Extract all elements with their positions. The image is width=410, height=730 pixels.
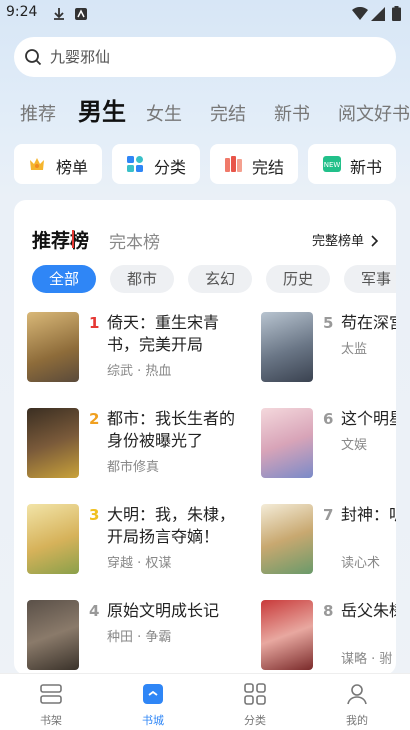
rank-number: 4	[89, 602, 100, 620]
quick-entry-label: 分类	[154, 158, 187, 177]
nav-label: 分类	[244, 714, 266, 727]
book-cover	[27, 312, 79, 382]
nav-label: 书城	[142, 714, 164, 727]
tab-yuewen-good-books[interactable]: 阅文好书	[338, 100, 410, 126]
nav-label: 我的	[346, 714, 368, 727]
grid-icon	[126, 155, 144, 177]
nav-category[interactable]: 分类	[204, 674, 306, 730]
book-item[interactable]: 2 都市：我长生者的身份被曝光了 都市修真	[27, 408, 237, 488]
book-title: 倚天：重生宋青书，完美开局	[107, 313, 220, 354]
bottom-navigation: 书架 书城 分类 我的	[0, 673, 410, 730]
quick-entry-label: 完结	[252, 158, 285, 177]
book-meta: 读心术	[341, 556, 381, 571]
book-cover	[27, 504, 79, 574]
rank-number: 1	[89, 314, 100, 332]
nav-label: 书架	[40, 714, 62, 727]
chip-all[interactable]: 全部	[32, 265, 96, 293]
quick-entry-categories[interactable]: 分类	[112, 144, 200, 184]
book-cover	[27, 600, 79, 670]
tab-new-books[interactable]: 新书	[274, 100, 310, 126]
book-meta: 文娱	[341, 438, 368, 453]
tab-recommend[interactable]: 推荐	[20, 100, 56, 126]
app-notification-icon	[74, 6, 88, 25]
book-cover	[261, 312, 313, 382]
profile-icon	[345, 682, 369, 710]
book-title: 都市：我长生者的身份被曝光了	[107, 409, 236, 450]
book-title: 这个明星	[341, 409, 396, 428]
nav-bookshelf[interactable]: 书架	[0, 674, 102, 730]
battery-icon	[392, 6, 401, 25]
tab-male[interactable]: 男生	[78, 92, 126, 127]
book-cover	[27, 408, 79, 478]
crown-icon	[28, 155, 46, 177]
book-title: 原始文明成长记	[107, 601, 220, 620]
book-meta: 谋略 · 驸	[341, 652, 393, 667]
tab-completed-rank[interactable]: 完本榜	[109, 228, 160, 253]
nav-bookstore[interactable]: 书城	[102, 674, 204, 730]
book-title: 苟在深宫	[341, 313, 396, 332]
book-cover	[261, 600, 313, 670]
quick-entry-label: 榜单	[56, 158, 89, 177]
top-tabs: 推荐 男生 女生 完结 新书 阅文好书	[0, 92, 410, 128]
search-input[interactable]	[50, 45, 370, 69]
book-cover	[261, 504, 313, 574]
book-title: 大明：我，朱棣，开局扬言夺嫡！	[107, 505, 236, 546]
nav-profile[interactable]: 我的	[306, 674, 408, 730]
genre-filter-chips: 全部 都市 玄幻 历史 军事	[32, 265, 396, 293]
wifi-icon	[352, 6, 368, 25]
tab-female[interactable]: 女生	[146, 100, 182, 126]
chip-military[interactable]: 军事	[344, 265, 396, 293]
chip-fantasy[interactable]: 玄幻	[188, 265, 252, 293]
book-item[interactable]: 5 苟在深宫 太监	[261, 312, 396, 392]
new-icon: NEW	[322, 155, 342, 177]
status-bar: 9:24	[0, 0, 410, 28]
quick-entry-completed[interactable]: 完结	[210, 144, 298, 184]
book-meta: 种田 · 争霸	[107, 630, 172, 645]
book-cover	[261, 408, 313, 478]
rank-number: 5	[323, 314, 334, 332]
full-ranking-link[interactable]: 完整榜单	[312, 230, 364, 249]
book-item[interactable]: 7 封神：听心声 读心术	[261, 504, 396, 584]
bookshelf-icon	[39, 682, 63, 710]
book-title: 封神：听心声	[341, 505, 396, 524]
book-meta: 穿越 · 权谋	[107, 556, 172, 571]
download-icon	[52, 6, 66, 25]
book-meta: 综武 · 热血	[107, 364, 172, 379]
quick-entry-new-books[interactable]: NEW 新书	[308, 144, 396, 184]
category-icon	[243, 682, 267, 710]
rank-number: 7	[323, 506, 334, 524]
rank-number: 6	[323, 410, 334, 428]
book-item[interactable]: 8 岳父朱棣容郡主 谋略 · 驸	[261, 600, 396, 675]
book-meta: 太监	[341, 342, 368, 357]
tab-recommend-rank[interactable]: 推荐榜	[32, 226, 89, 253]
rank-number: 2	[89, 410, 100, 428]
book-title: 岳父朱棣容郡主	[341, 601, 396, 620]
book-item[interactable]: 1 倚天：重生宋青书，完美开局 综武 · 热血	[27, 312, 237, 392]
quick-entry-label: 新书	[350, 158, 383, 177]
chip-urban[interactable]: 都市	[110, 265, 174, 293]
tab-completed[interactable]: 完结	[210, 100, 246, 126]
search-bar[interactable]	[14, 37, 396, 77]
ranking-card: 推荐榜 完本榜 完整榜单 全部 都市 玄幻 历史 军事 1 倚天：重生宋青书，完…	[14, 200, 396, 675]
book-item[interactable]: 4 原始文明成长记 种田 · 争霸	[27, 600, 237, 675]
book-item[interactable]: 3 大明：我，朱棣，开局扬言夺嫡！ 穿越 · 权谋	[27, 504, 237, 584]
book-item[interactable]: 6 这个明星 文娱	[261, 408, 396, 488]
book-meta: 都市修真	[107, 460, 160, 475]
rank-number: 8	[323, 602, 334, 620]
bookstore-icon	[141, 682, 165, 710]
books-icon	[224, 155, 244, 177]
chip-history[interactable]: 历史	[266, 265, 330, 293]
search-icon	[24, 48, 42, 70]
svg-text:NEW: NEW	[324, 161, 341, 169]
status-time: 9:24	[6, 4, 38, 20]
quick-entry-rankings[interactable]: 榜单	[14, 144, 102, 184]
chevron-right-icon[interactable]	[370, 232, 380, 251]
signal-icon	[371, 6, 385, 25]
rank-number: 3	[89, 506, 100, 524]
